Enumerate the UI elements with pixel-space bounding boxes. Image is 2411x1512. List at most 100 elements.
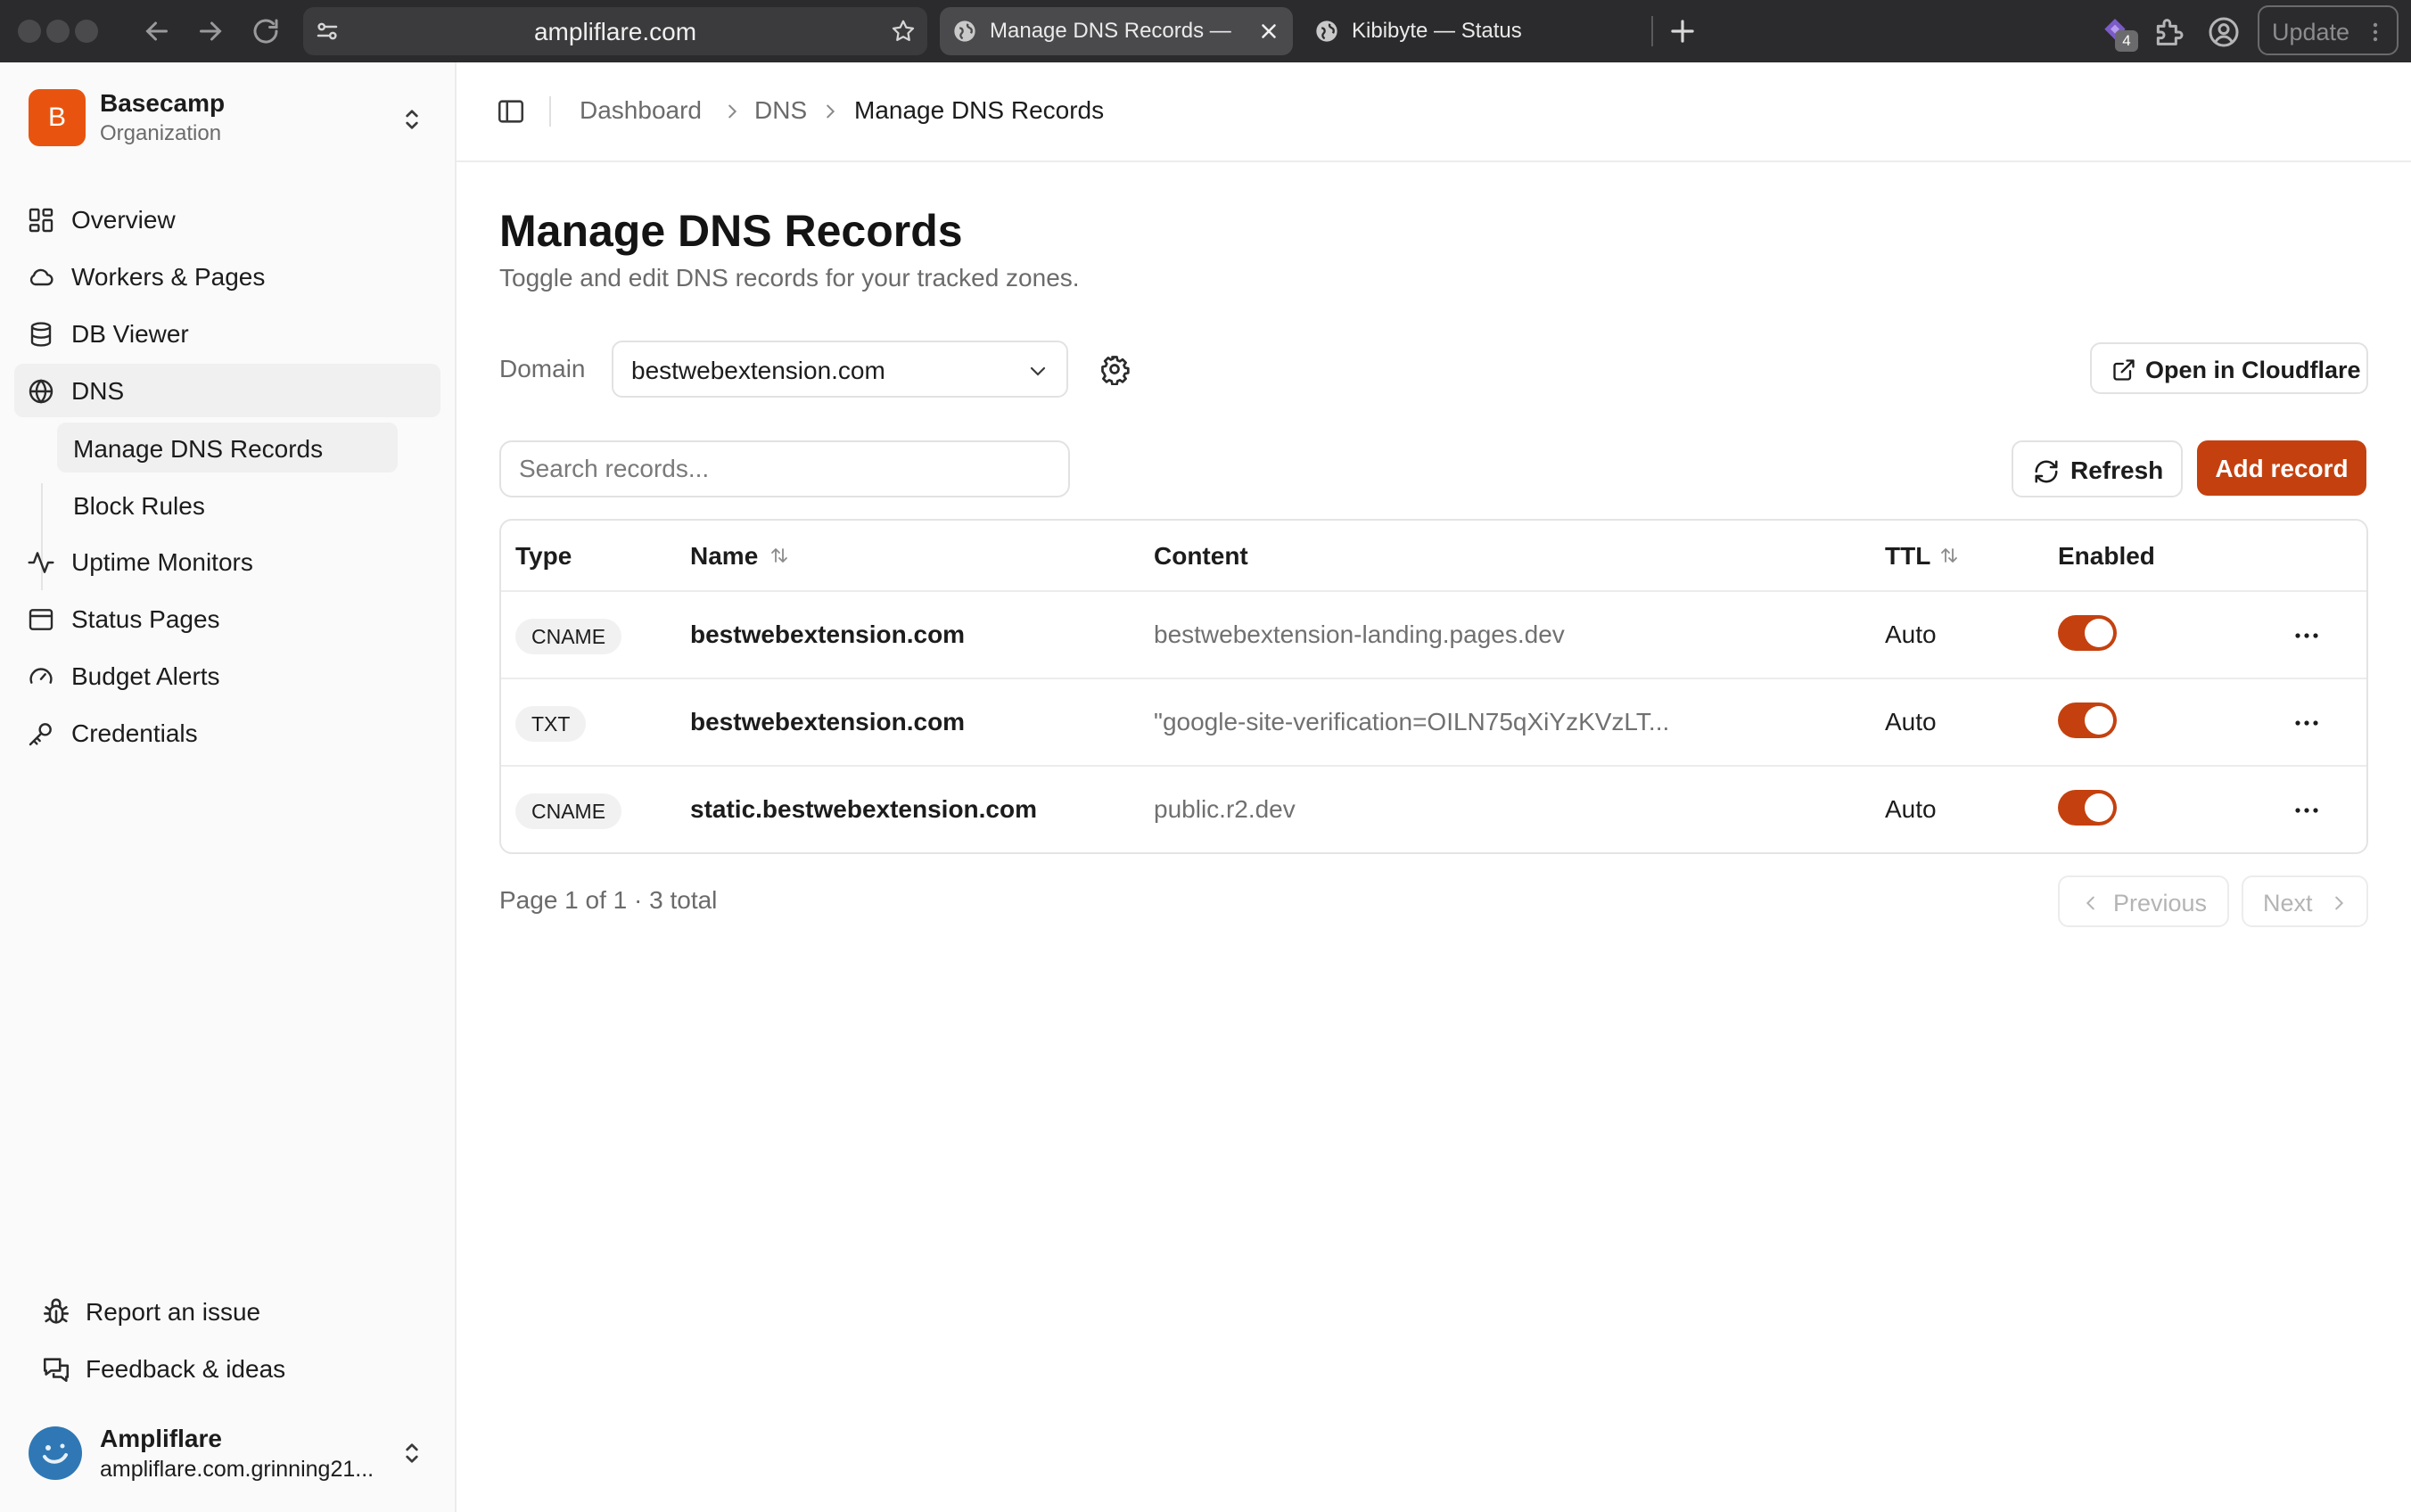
user-name: Ampliflare [100, 1425, 222, 1452]
footer-link-label: Feedback & ideas [86, 1355, 286, 1383]
sidebar-item-dns[interactable]: DNS [14, 364, 440, 417]
sidebar-item-budget-alerts[interactable]: Budget Alerts [14, 649, 440, 703]
sidebar-item-label: DNS [71, 377, 125, 405]
sidebar-item-status-pages[interactable]: Status Pages [14, 592, 440, 645]
sort-icon[interactable] [769, 544, 790, 567]
chat-icon [41, 1354, 71, 1385]
reload-icon[interactable] [250, 15, 282, 47]
address-bar[interactable]: ampliflare.com [303, 7, 927, 55]
update-button[interactable]: Update [2258, 5, 2399, 55]
chevron-left-icon [2081, 893, 2101, 913]
activity-icon [27, 548, 55, 577]
breadcrumb-dashboard[interactable]: Dashboard [580, 96, 702, 125]
layout-icon [27, 605, 55, 634]
org-subtitle: Organization [100, 121, 222, 145]
record-content: bestwebextension-landing.pages.dev [1154, 620, 1565, 648]
record-ttl: Auto [1885, 708, 1937, 735]
record-type-badge: CNAME [515, 619, 622, 654]
open-in-cloudflare-label: Open in Cloudflare [2145, 357, 2361, 383]
page-title: Manage DNS Records [499, 206, 963, 256]
sidebar-item-credentials[interactable]: Credentials [14, 706, 440, 760]
refresh-label: Refresh [2070, 456, 2164, 484]
bookmark-star-icon[interactable] [890, 18, 917, 45]
external-link-icon [2111, 357, 2136, 382]
column-header-type: Type [515, 542, 572, 570]
enabled-toggle[interactable] [2058, 703, 2117, 738]
breadcrumb-current: Manage DNS Records [854, 96, 1105, 124]
sort-icon[interactable] [1938, 544, 1960, 567]
refresh-button[interactable]: Refresh [2012, 440, 2183, 497]
profile-icon[interactable] [2206, 14, 2242, 50]
globe-icon [952, 19, 977, 44]
table-row: CNAME static.bestwebextension.com public… [501, 765, 2366, 852]
divider [549, 96, 551, 127]
enabled-toggle[interactable] [2058, 790, 2117, 826]
cloud-icon [27, 263, 55, 292]
bug-icon [41, 1297, 71, 1327]
record-type-badge: TXT [515, 706, 587, 742]
sidebar-item-label: DB Viewer [71, 320, 189, 348]
refresh-icon [2033, 458, 2060, 485]
chevron-right-icon [820, 102, 840, 121]
more-actions-icon[interactable] [2292, 797, 2322, 824]
dashboard-grid-icon [27, 206, 55, 234]
chevron-updown-icon[interactable] [398, 1439, 426, 1467]
user-email: ampliflare.com.grinning21... [100, 1457, 374, 1482]
tab-title: Manage DNS Records — [990, 19, 1231, 43]
update-label: Update [2272, 19, 2350, 45]
more-actions-icon[interactable] [2292, 710, 2322, 736]
breadcrumb-dns[interactable]: DNS [754, 96, 807, 125]
dns-records-table: Type Name Content TTL Enabled CNAME best… [499, 519, 2368, 854]
previous-page-button[interactable]: Previous [2058, 875, 2229, 927]
window-zoom-control[interactable] [75, 20, 98, 43]
sidebar-item-label: Budget Alerts [71, 662, 220, 690]
sidebar-subitem-manage-dns-records[interactable]: Manage DNS Records [57, 423, 398, 472]
domain-select[interactable]: bestwebextension.com [612, 341, 1068, 398]
pagination-info: Page 1 of 1 · 3 total [499, 886, 718, 914]
sidebar-subitem-label: Block Rules [73, 492, 205, 520]
chevron-updown-icon[interactable] [398, 105, 426, 134]
sidebar-item-workers-pages[interactable]: Workers & Pages [14, 250, 440, 303]
domain-label: Domain [499, 355, 586, 382]
sidebar-subitem-block-rules[interactable]: Block Rules [57, 480, 398, 530]
enabled-toggle[interactable] [2058, 615, 2117, 651]
column-header-ttl[interactable]: TTL [1885, 542, 1930, 571]
column-header-name[interactable]: Name [690, 542, 758, 571]
open-in-cloudflare-button[interactable]: Open in Cloudflare [2090, 342, 2368, 394]
tab-kibibyte-status[interactable]: Kibibyte — Status [1302, 7, 1641, 55]
close-icon[interactable] [1257, 20, 1280, 43]
puzzle-piece-icon[interactable] [2151, 14, 2186, 50]
chevron-down-icon [1027, 360, 1049, 382]
record-name: static.bestwebextension.com [690, 795, 1038, 823]
url-text: ampliflare.com [533, 18, 697, 45]
more-actions-icon[interactable] [2292, 622, 2322, 649]
toggle-knob [2085, 619, 2113, 647]
table-row: CNAME bestwebextension.com bestwebextens… [501, 590, 2366, 678]
forward-arrow-icon[interactable] [194, 15, 226, 47]
next-page-button[interactable]: Next [2242, 875, 2368, 927]
record-content: public.r2.dev [1154, 795, 1296, 823]
kebab-menu-icon [2365, 20, 2386, 45]
tab-title: Kibibyte — Status [1352, 19, 1522, 43]
sidebar-item-db-viewer[interactable]: DB Viewer [14, 307, 440, 360]
new-tab-plus-icon[interactable] [1666, 14, 1699, 48]
sidebar-item-overview[interactable]: Overview [14, 193, 440, 246]
next-label: Next [2263, 890, 2313, 916]
gear-icon[interactable] [1099, 353, 1131, 385]
extension-badge: 4 [2115, 30, 2138, 52]
search-input[interactable] [499, 440, 1070, 497]
sidebar-item-uptime-monitors[interactable]: Uptime Monitors [14, 535, 440, 588]
record-name: bestwebextension.com [690, 620, 966, 648]
sidebar-item-label: Uptime Monitors [71, 548, 253, 576]
add-record-button[interactable]: Add record [2197, 440, 2366, 496]
window-close-control[interactable] [18, 20, 41, 43]
window-minimize-control[interactable] [46, 20, 70, 43]
toggle-knob [2085, 706, 2113, 735]
chevron-right-icon [722, 102, 742, 121]
record-name: bestwebextension.com [690, 708, 966, 735]
back-arrow-icon[interactable] [141, 15, 173, 47]
record-type-badge: CNAME [515, 793, 622, 829]
org-name: Basecamp [100, 89, 226, 117]
tab-manage-dns[interactable]: Manage DNS Records — [940, 7, 1293, 55]
sidebar-toggle-icon[interactable] [496, 96, 526, 127]
